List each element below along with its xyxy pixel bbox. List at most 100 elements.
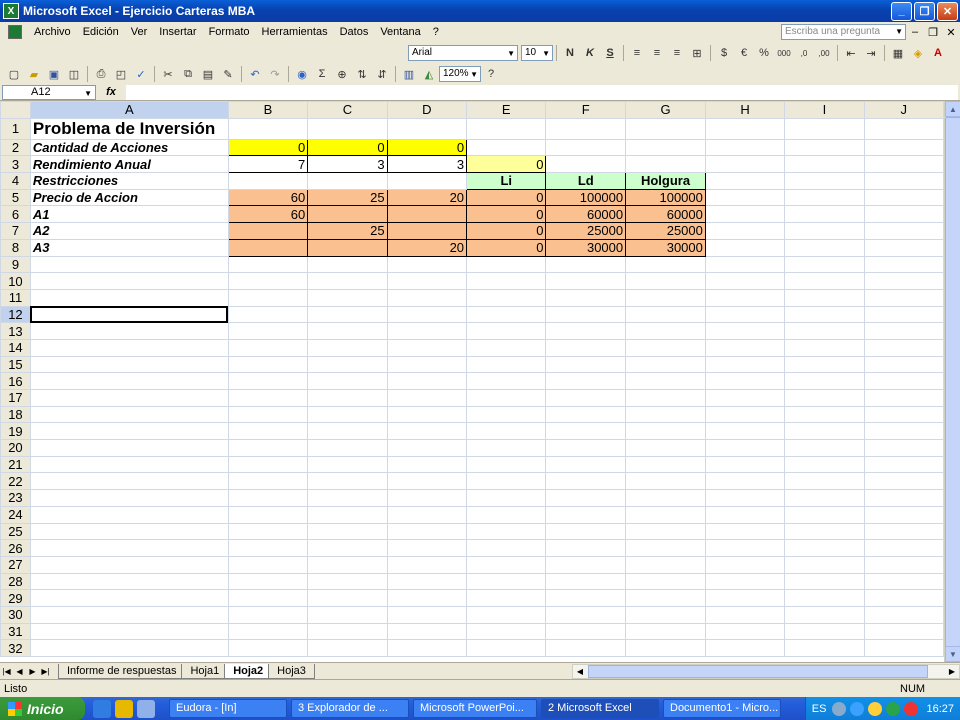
taskbar-button-explorer[interactable]: 3 Explorador de ... xyxy=(291,699,409,718)
antivirus-icon[interactable] xyxy=(904,701,919,716)
cell-i24[interactable] xyxy=(784,505,865,524)
cell-h7[interactable] xyxy=(704,222,786,240)
cell-c30[interactable] xyxy=(307,605,388,624)
row-header-22[interactable]: 22 xyxy=(0,472,31,491)
cell-c25[interactable] xyxy=(307,522,388,541)
cell-g27[interactable] xyxy=(625,555,706,574)
save-icon[interactable]: ▣ xyxy=(44,65,64,83)
cell-b27[interactable] xyxy=(227,555,309,574)
cell-c12[interactable] xyxy=(307,305,388,324)
cell-c21[interactable] xyxy=(307,455,388,474)
font-size-select[interactable]: 10 ▼ xyxy=(521,45,553,61)
cell-c18[interactable] xyxy=(307,405,388,424)
prev-sheet-icon[interactable]: ◀ xyxy=(13,667,26,676)
taskbar-button-excel[interactable]: 2 Microsoft Excel xyxy=(541,699,659,718)
cell-i27[interactable] xyxy=(784,555,865,574)
cell-d29[interactable] xyxy=(386,589,468,607)
cell-e27[interactable] xyxy=(466,555,547,574)
menu-datos[interactable]: Datos xyxy=(334,23,375,41)
cell-f17[interactable] xyxy=(545,389,627,407)
spelling-icon[interactable]: ✓ xyxy=(131,65,151,83)
menu-ventana[interactable]: Ventana xyxy=(374,23,426,41)
cell-d18[interactable] xyxy=(386,405,468,424)
cell-j4[interactable] xyxy=(863,172,944,190)
internet-explorer-icon[interactable] xyxy=(93,699,111,718)
column-header-a[interactable]: A xyxy=(29,101,229,119)
row-header-26[interactable]: 26 xyxy=(0,539,31,557)
cell-g1[interactable] xyxy=(625,117,706,140)
cell-f3[interactable] xyxy=(545,155,627,174)
euro-icon[interactable]: € xyxy=(734,44,754,62)
cell-f29[interactable] xyxy=(545,589,627,607)
cell-b32[interactable] xyxy=(227,639,309,657)
cell-d12[interactable] xyxy=(386,305,468,324)
align-right-icon[interactable]: ≡ xyxy=(667,44,687,62)
taskbar-button-eudora[interactable]: Eudora - [In] xyxy=(169,699,287,718)
cell-g8[interactable]: 30000 xyxy=(625,238,706,257)
cell-g11[interactable] xyxy=(625,288,706,307)
cell-j1[interactable] xyxy=(863,117,944,140)
cell-i22[interactable] xyxy=(784,472,865,491)
cell-b12[interactable] xyxy=(227,305,309,324)
font-color-icon[interactable]: A xyxy=(928,44,948,62)
cell-g13[interactable] xyxy=(625,322,706,340)
row-header-15[interactable]: 15 xyxy=(0,355,31,374)
scroll-right-icon[interactable]: ▶ xyxy=(945,665,959,678)
cell-j21[interactable] xyxy=(863,455,944,474)
cell-h24[interactable] xyxy=(704,505,786,524)
cell-b23[interactable] xyxy=(227,489,309,507)
cell-h4[interactable] xyxy=(704,172,786,190)
cell-j26[interactable] xyxy=(863,539,944,557)
column-header-g[interactable]: G xyxy=(625,101,706,119)
media-icon[interactable] xyxy=(886,701,901,716)
print-preview-icon[interactable]: ◰ xyxy=(111,65,131,83)
cell-e14[interactable] xyxy=(466,338,547,357)
cell-c13[interactable] xyxy=(307,322,388,340)
cell-i13[interactable] xyxy=(784,322,865,340)
cell-g7[interactable]: 25000 xyxy=(625,222,706,240)
cell-d23[interactable] xyxy=(386,489,468,507)
cell-d21[interactable] xyxy=(386,455,468,474)
horizontal-scrollbar[interactable]: ◀ ▶ xyxy=(572,663,960,679)
cell-d6[interactable] xyxy=(386,205,468,224)
row-header-7[interactable]: 7 xyxy=(0,222,31,240)
cell-b28[interactable] xyxy=(227,572,309,591)
doc-restore-button[interactable]: ❐ xyxy=(926,26,940,39)
cell-h32[interactable] xyxy=(704,639,786,657)
cell-h16[interactable] xyxy=(704,372,786,390)
row-header-8[interactable]: 8 xyxy=(0,238,31,257)
row-header-19[interactable]: 19 xyxy=(0,422,31,441)
row-header-20[interactable]: 20 xyxy=(0,439,31,457)
cell-f24[interactable] xyxy=(545,505,627,524)
cell-b31[interactable] xyxy=(227,622,309,641)
cell-e16[interactable] xyxy=(466,372,547,390)
cell-e1[interactable] xyxy=(466,117,547,140)
name-box[interactable]: A12 ▼ xyxy=(2,84,96,100)
cell-j14[interactable] xyxy=(863,338,944,357)
ask-question-input[interactable]: Escriba una pregunta ▼ xyxy=(781,24,906,40)
cell-b25[interactable] xyxy=(227,522,309,541)
keyboard-icon[interactable] xyxy=(832,701,847,716)
cell-f2[interactable] xyxy=(545,138,627,157)
row-header-5[interactable]: 5 xyxy=(0,188,31,207)
scroll-thumb[interactable] xyxy=(945,117,960,647)
menu-formato[interactable]: Formato xyxy=(203,23,256,41)
cell-f26[interactable] xyxy=(545,539,627,557)
cell-h3[interactable] xyxy=(704,155,786,174)
cell-a9[interactable] xyxy=(29,255,229,274)
cell-a31[interactable] xyxy=(29,622,229,641)
cell-d13[interactable] xyxy=(386,322,468,340)
cell-f30[interactable] xyxy=(545,605,627,624)
cell-j9[interactable] xyxy=(863,255,944,274)
workbook-icon[interactable] xyxy=(8,25,22,39)
restore-button[interactable]: ❐ xyxy=(914,1,935,21)
cell-d5[interactable]: 20 xyxy=(386,188,468,207)
merge-center-icon[interactable]: ⊞ xyxy=(687,44,707,62)
cell-b7[interactable] xyxy=(227,222,309,240)
cell-i9[interactable] xyxy=(784,255,865,274)
cell-i31[interactable] xyxy=(784,622,865,641)
cell-d20[interactable] xyxy=(386,439,468,457)
cell-j22[interactable] xyxy=(863,472,944,491)
cell-g2[interactable] xyxy=(625,138,706,157)
cell-d2[interactable]: 0 xyxy=(386,138,468,157)
